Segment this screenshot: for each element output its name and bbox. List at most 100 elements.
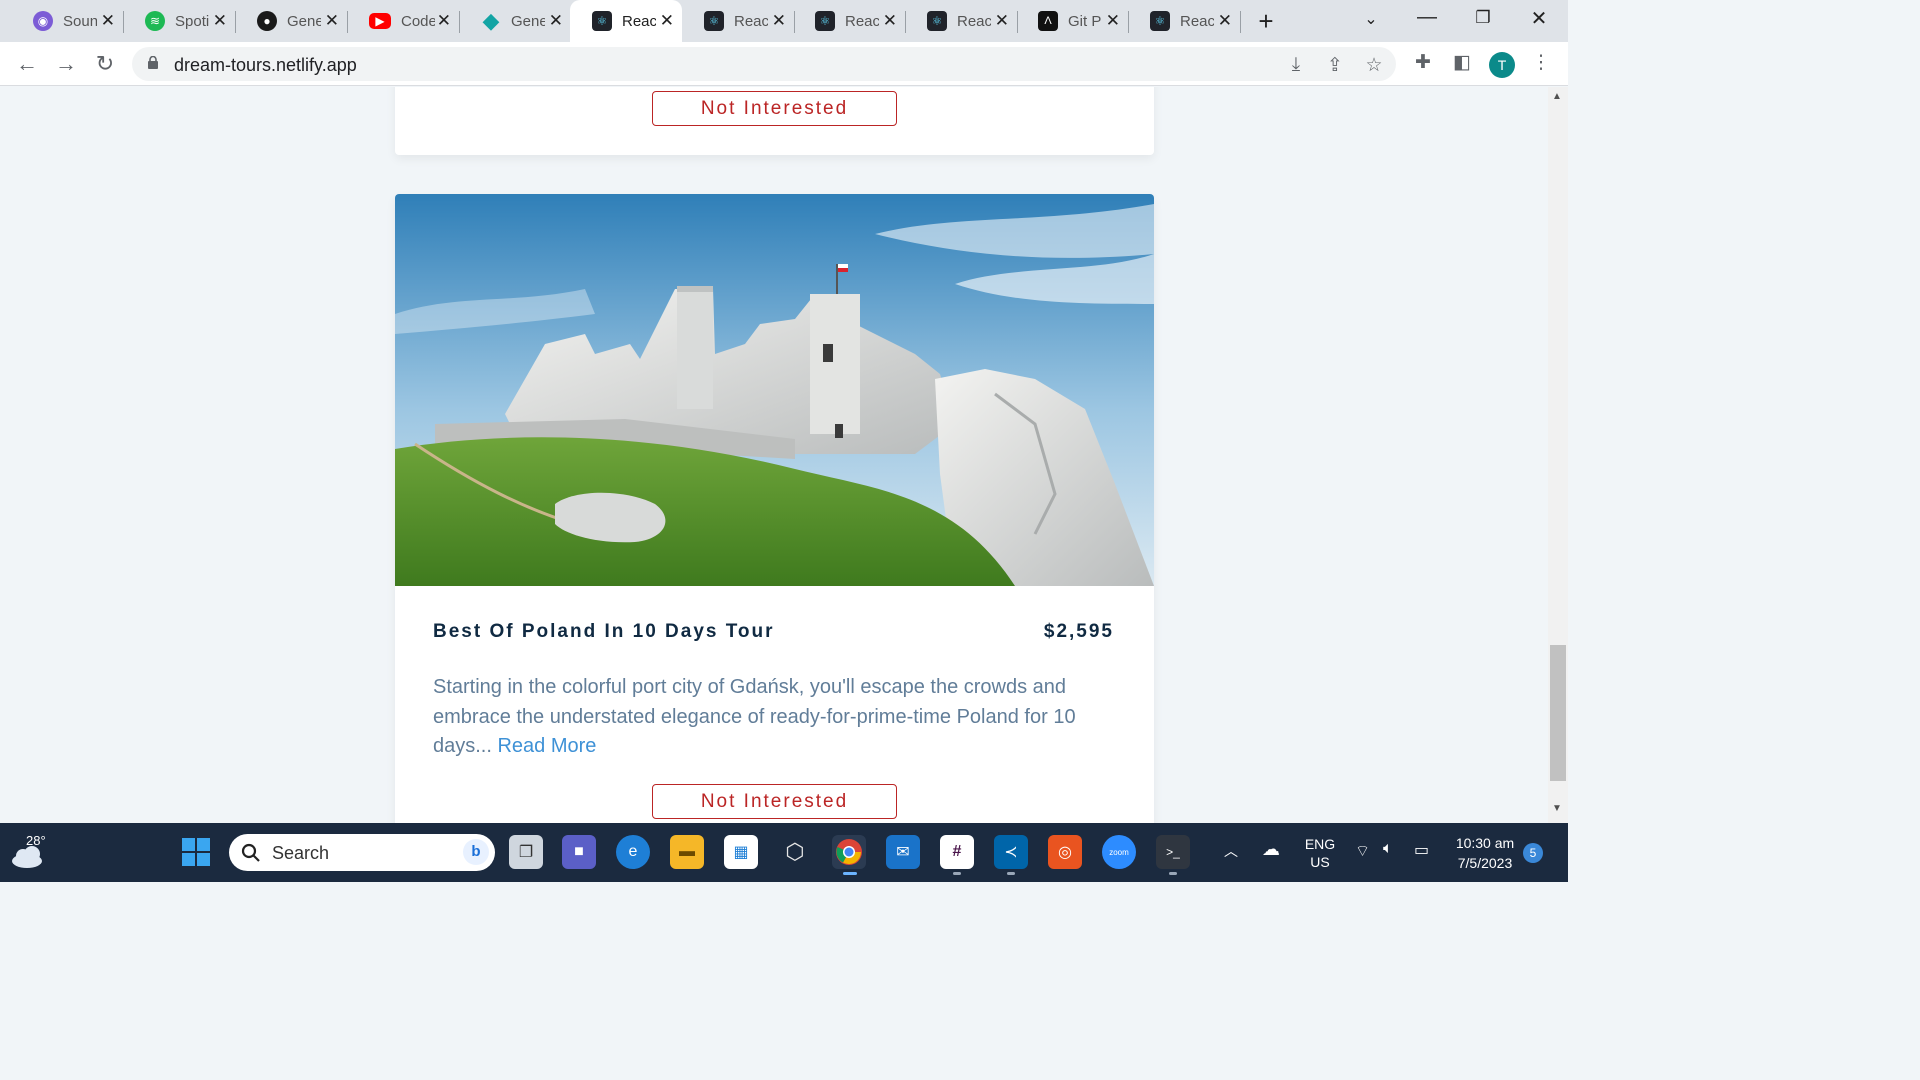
scroll-down-icon[interactable]: ▼ (1552, 803, 1562, 814)
vscode-icon[interactable]: ≺ (994, 835, 1028, 869)
zoom-icon[interactable]: zoom (1102, 835, 1136, 869)
battery-icon[interactable]: ▭ (1414, 840, 1429, 860)
tab-gene[interactable]: ◆ Gene ✕ (459, 0, 571, 42)
close-icon[interactable]: ✕ (883, 11, 897, 31)
react-icon: ⚛ (592, 11, 612, 31)
tab-soundcloud[interactable]: ◉ Soun ✕ (11, 0, 124, 42)
mail-icon[interactable]: ✉ (886, 835, 920, 869)
react-icon: ⚛ (927, 11, 947, 31)
close-icon[interactable]: ✕ (660, 11, 674, 31)
url-text[interactable]: dream-tours.netlify.app (174, 55, 357, 76)
page-viewport: Not Interested Best Of Poland In 10 Days… (0, 87, 1548, 823)
taskbar-search[interactable]: Search b (229, 834, 495, 871)
vscode-running-indicator (1007, 872, 1015, 875)
lock-icon (148, 56, 158, 69)
clock[interactable]: 10:30 am 7/5/2023 (1446, 833, 1524, 873)
read-more-button[interactable]: Read More (497, 735, 596, 757)
clock-date: 7/5/2023 (1457, 855, 1513, 871)
terminal-icon[interactable]: >_ (1156, 835, 1190, 869)
tab-git[interactable]: Λ Git P ✕ (1016, 0, 1129, 42)
cube-app-icon[interactable]: ⬡ (778, 835, 812, 869)
close-icon[interactable]: ✕ (995, 11, 1009, 31)
file-explorer-icon[interactable]: ▬ (670, 835, 704, 869)
clock-time: 10:30 am (1455, 835, 1515, 851)
search-icon (241, 843, 260, 862)
reload-icon[interactable]: ↻ (92, 51, 118, 77)
forward-icon[interactable]: → (53, 51, 79, 77)
tab-spotify[interactable]: ≋ Spoti ✕ (123, 0, 236, 42)
tab-title: Reac (845, 12, 879, 30)
tray-overflow-icon[interactable]: ︿ (1224, 841, 1238, 861)
weather-widget[interactable]: 28° (10, 831, 46, 871)
extensions-puzzle-icon[interactable]: ✚ (1411, 51, 1435, 74)
bookmark-star-icon[interactable]: ☆ (1362, 54, 1386, 77)
tab-title: Code (401, 12, 435, 30)
slack-running-indicator (953, 872, 961, 875)
not-interested-button[interactable]: Not Interested (652, 784, 897, 819)
language-indicator[interactable]: ENG US (1300, 835, 1340, 871)
volume-icon[interactable]: 🔈︎ (1383, 840, 1393, 858)
tour-description: Starting in the colorful port city of Gd… (433, 673, 1113, 762)
react-icon: ⚛ (1150, 11, 1170, 31)
teams-chat-icon[interactable]: ■ (562, 835, 596, 869)
spotify-icon: ≋ (145, 11, 165, 31)
tab-github[interactable]: ● Gene ✕ (235, 0, 348, 42)
youtube-icon: ▶ (369, 13, 391, 29)
tab-react[interactable]: ⚛ Reac ✕ (905, 0, 1018, 42)
bing-icon[interactable]: b (463, 839, 489, 865)
tab-title: Soun (63, 12, 97, 30)
install-app-icon[interactable]: ⤓ (1284, 54, 1308, 76)
close-icon[interactable]: ✕ (1106, 11, 1120, 31)
tour-card: Best Of Poland In 10 Days Tour $2,595 St… (395, 194, 1154, 823)
tab-title: Git P (1068, 12, 1102, 30)
task-view-icon[interactable]: ❐ (509, 835, 543, 869)
ubuntu-icon[interactable]: ◎ (1048, 835, 1082, 869)
profile-avatar[interactable]: T (1489, 52, 1515, 78)
close-icon[interactable]: ✕ (213, 11, 227, 31)
wifi-icon[interactable]: ⌔ (1355, 841, 1370, 861)
slack-icon[interactable]: # (940, 835, 974, 869)
tour-name: Best Of Poland In 10 Days Tour (433, 621, 775, 642)
close-icon[interactable]: ✕ (325, 11, 339, 31)
tab-title: Reac (1180, 12, 1214, 30)
tab-strip: ◉ Soun ✕ ≋ Spoti ✕ ● Gene ✕ ▶ Code ✕ ◆ G… (0, 0, 1568, 42)
tab-react[interactable]: ⚛ Reac ✕ (682, 0, 795, 42)
share-icon[interactable]: ⇪ (1323, 54, 1347, 77)
notification-badge[interactable]: 5 (1523, 843, 1543, 863)
page-scrollbar[interactable]: ▲ ▼ (1548, 87, 1568, 823)
chrome-running-indicator (843, 872, 857, 875)
lang-line1: ENG (1304, 836, 1336, 852)
scrollbar-thumb[interactable] (1550, 645, 1566, 781)
close-icon[interactable]: ✕ (101, 11, 115, 31)
tab-react-active[interactable]: ⚛ Reac ✕ (570, 0, 682, 42)
chrome-icon[interactable] (832, 835, 866, 869)
lang-line2: US (1310, 854, 1330, 870)
close-icon[interactable]: ✕ (772, 11, 786, 31)
menu-kebab-icon[interactable]: ⋮ (1529, 51, 1553, 74)
start-icon[interactable] (179, 835, 213, 869)
close-window-button[interactable]: ✕ (1524, 6, 1554, 31)
new-tab-button[interactable]: + (1253, 6, 1279, 37)
ms-store-icon[interactable]: ▦ (724, 835, 758, 869)
scroll-up-icon[interactable]: ▲ (1552, 91, 1562, 102)
windows-taskbar: 28° Search b ❐ ■ e ▬ ▦ ⬡ ✉ # ≺ ◎ zoom >_… (0, 823, 1568, 882)
restore-button[interactable]: ❐ (1468, 8, 1498, 28)
onedrive-icon[interactable]: ☁ (1262, 839, 1280, 860)
search-label: Search (272, 843, 330, 863)
react-icon: ⚛ (704, 11, 724, 31)
tab-youtube[interactable]: ▶ Code ✕ (347, 0, 460, 42)
tab-react[interactable]: ⚛ Reac ✕ (793, 0, 906, 42)
edge-icon[interactable]: e (616, 835, 650, 869)
back-icon[interactable]: ← (14, 51, 40, 77)
close-icon[interactable]: ✕ (549, 11, 563, 31)
close-icon[interactable]: ✕ (437, 11, 451, 31)
omnibox[interactable]: dream-tours.netlify.app ⤓ ⇪ ☆ (132, 47, 1396, 81)
minimize-button[interactable]: — (1412, 6, 1442, 29)
not-interested-button[interactable]: Not Interested (652, 91, 897, 126)
close-icon[interactable]: ✕ (1218, 11, 1232, 31)
tab-title: Gene (511, 12, 545, 30)
tab-react[interactable]: ⚛ Reac ✕ (1128, 0, 1241, 42)
tab-title: Gene (287, 12, 321, 30)
side-panel-icon[interactable]: ◧ (1450, 51, 1474, 74)
tab-search-icon[interactable]: ⌄ (1356, 9, 1386, 29)
